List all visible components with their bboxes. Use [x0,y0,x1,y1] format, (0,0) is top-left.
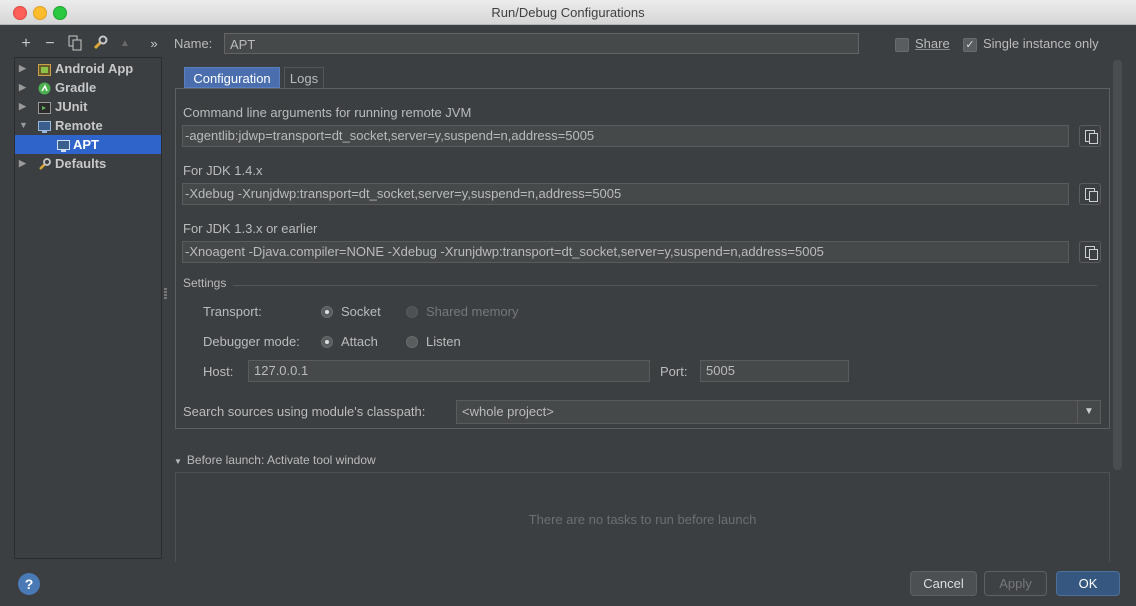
port-input[interactable]: 5005 [700,360,849,382]
cmdline-field[interactable]: -agentlib:jdwp=transport=dt_socket,serve… [182,125,1069,147]
cancel-button[interactable]: Cancel [910,571,977,596]
expand-arrow-icon[interactable]: ▶ [19,154,26,173]
settings-label: Settings [183,276,227,290]
copy-jdk14-button[interactable] [1079,183,1101,205]
tree-item-junit[interactable]: ▶ JUnit [15,97,161,116]
tree-item-label: JUnit [55,99,88,114]
pane-splitter[interactable] [164,288,167,300]
expand-arrow-icon[interactable]: ▶ [19,97,26,116]
apply-button[interactable]: Apply [984,571,1047,596]
classpath-value: <whole project> [462,404,554,419]
configuration-tree[interactable]: ▶ Android App ▶ Gradle ▶ JUnit ▼ Remote … [14,57,162,559]
jdk13-label: For JDK 1.3.x or earlier [183,221,318,236]
debugger-mode-label: Debugger mode: [203,334,300,349]
host-label: Host: [203,364,234,379]
classpath-label: Search sources using module's classpath: [183,404,426,419]
remove-configuration-button[interactable]: − [41,35,59,53]
junit-icon [38,100,51,114]
classpath-combobox[interactable]: <whole project> ▼ [456,400,1101,424]
tree-item-label: Android App [55,61,134,76]
edit-defaults-icon[interactable] [91,35,109,53]
mode-attach-radio[interactable] [321,336,333,348]
tree-item-remote[interactable]: ▼ Remote [15,116,161,135]
transport-shared-memory-radio[interactable] [406,306,418,318]
tree-item-label: Remote [55,118,103,133]
copy-cmdline-button[interactable] [1079,125,1101,147]
single-instance-label[interactable]: Single instance only [983,36,1099,51]
wrench-icon [38,157,51,170]
transport-socket-radio[interactable] [321,306,333,318]
remote-icon [38,119,51,133]
jdk14-field[interactable]: -Xdebug -Xrunjdwp:transport=dt_socket,se… [182,183,1069,205]
window-title: Run/Debug Configurations [491,5,645,20]
transport-socket-label[interactable]: Socket [341,304,381,319]
host-input[interactable]: 127.0.0.1 [248,360,650,382]
collapse-arrow-icon[interactable]: ▼ [174,457,182,466]
tree-item-gradle[interactable]: ▶ Gradle [15,78,161,97]
tab-configuration[interactable]: Configuration [184,67,280,88]
ok-button[interactable]: OK [1056,571,1120,596]
collapse-arrow-icon[interactable]: ▼ [19,116,28,135]
mode-listen-label[interactable]: Listen [426,334,461,349]
name-input[interactable]: APT [224,33,859,54]
tree-item-apt[interactable]: APT [15,135,161,154]
remote-config-icon [57,138,70,152]
share-label[interactable]: Share [915,36,950,51]
before-launch-header[interactable]: ▼ Before launch: Activate tool window [174,453,376,467]
mode-listen-radio[interactable] [406,336,418,348]
tree-item-label: Gradle [55,80,97,95]
before-launch-title: Before launch: Activate tool window [186,453,376,467]
add-configuration-button[interactable]: + [17,35,35,53]
vertical-scrollbar[interactable] [1113,60,1122,470]
more-actions-button[interactable]: » [145,35,163,53]
copy-configuration-icon[interactable] [66,35,84,53]
transport-label: Transport: [203,304,262,319]
tree-item-android-app[interactable]: ▶ Android App [15,59,161,78]
tree-item-label: Defaults [55,156,107,171]
name-label: Name: [174,36,213,51]
jdk13-field[interactable]: -Xnoagent -Djava.compiler=NONE -Xdebug -… [182,241,1069,263]
tree-item-label: APT [73,137,99,152]
single-instance-checkbox[interactable]: ✓ [963,38,977,52]
move-up-icon[interactable]: ▲ [116,35,134,53]
tab-logs[interactable]: Logs [284,67,324,88]
help-button[interactable]: ? [18,573,40,595]
transport-shared-memory-label[interactable]: Shared memory [426,304,518,319]
expand-arrow-icon[interactable]: ▶ [19,78,26,97]
empty-tasks-text: There are no tasks to run before launch [528,512,757,527]
title-bar: Run/Debug Configurations [0,0,1136,25]
dropdown-arrow-icon[interactable]: ▼ [1077,401,1100,423]
port-label: Port: [660,364,688,379]
mode-attach-label[interactable]: Attach [341,334,378,349]
android-app-icon [38,62,51,76]
share-checkbox[interactable] [895,38,909,52]
expand-arrow-icon[interactable]: ▶ [19,59,26,78]
gradle-icon [38,81,51,95]
jdk14-label: For JDK 1.4.x [183,163,263,178]
settings-separator [233,285,1097,286]
cmdline-label: Command line arguments for running remot… [183,105,472,120]
tree-item-defaults[interactable]: ▶ Defaults [15,154,161,173]
copy-jdk13-button[interactable] [1079,241,1101,263]
